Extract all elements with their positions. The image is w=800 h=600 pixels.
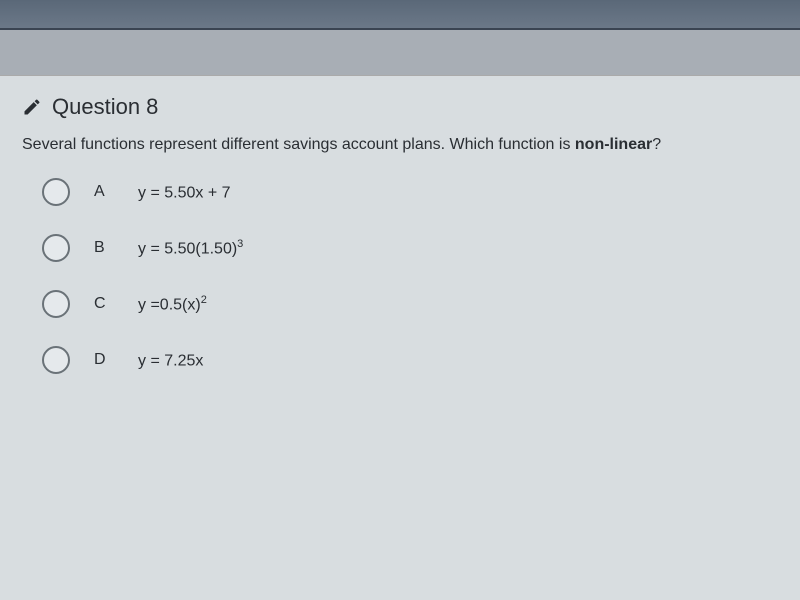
option-letter: C — [94, 295, 114, 313]
quiz-content: Question 8 Several functions represent d… — [0, 75, 800, 600]
prompt-text-prefix: Several functions represent different sa… — [22, 136, 575, 153]
expr-text: y = 5.50(1.50) — [138, 241, 237, 258]
radio-a[interactable] — [42, 178, 70, 206]
option-letter: A — [94, 183, 114, 201]
option-expression: y = 5.50(1.50)3 — [138, 238, 243, 258]
option-letter: B — [94, 239, 114, 257]
radio-c[interactable] — [42, 290, 70, 318]
expr-text: y = 5.50x + 7 — [138, 185, 231, 202]
option-expression: y =0.5(x)2 — [138, 294, 207, 314]
option-d[interactable]: D y = 7.25x — [42, 346, 778, 374]
option-letter: D — [94, 351, 114, 369]
question-prompt: Several functions represent different sa… — [22, 134, 778, 156]
radio-b[interactable] — [42, 234, 70, 262]
toolbar-spacer — [0, 30, 800, 75]
browser-top-chrome — [0, 0, 800, 30]
expr-text: y = 7.25x — [138, 353, 203, 370]
option-expression: y = 7.25x — [138, 350, 203, 370]
prompt-bold: non-linear — [575, 136, 652, 153]
expr-text: y =0.5(x) — [138, 297, 201, 314]
pencil-icon — [22, 97, 42, 117]
expr-sup: 3 — [237, 238, 243, 250]
options-list: A y = 5.50x + 7 B y = 5.50(1.50)3 C y =0… — [22, 178, 778, 374]
question-number: Question 8 — [52, 94, 158, 120]
option-b[interactable]: B y = 5.50(1.50)3 — [42, 234, 778, 262]
option-expression: y = 5.50x + 7 — [138, 182, 231, 202]
expr-sup: 2 — [201, 294, 207, 306]
option-a[interactable]: A y = 5.50x + 7 — [42, 178, 778, 206]
question-header: Question 8 — [22, 94, 778, 120]
option-c[interactable]: C y =0.5(x)2 — [42, 290, 778, 318]
radio-d[interactable] — [42, 346, 70, 374]
prompt-text-suffix: ? — [652, 136, 661, 153]
